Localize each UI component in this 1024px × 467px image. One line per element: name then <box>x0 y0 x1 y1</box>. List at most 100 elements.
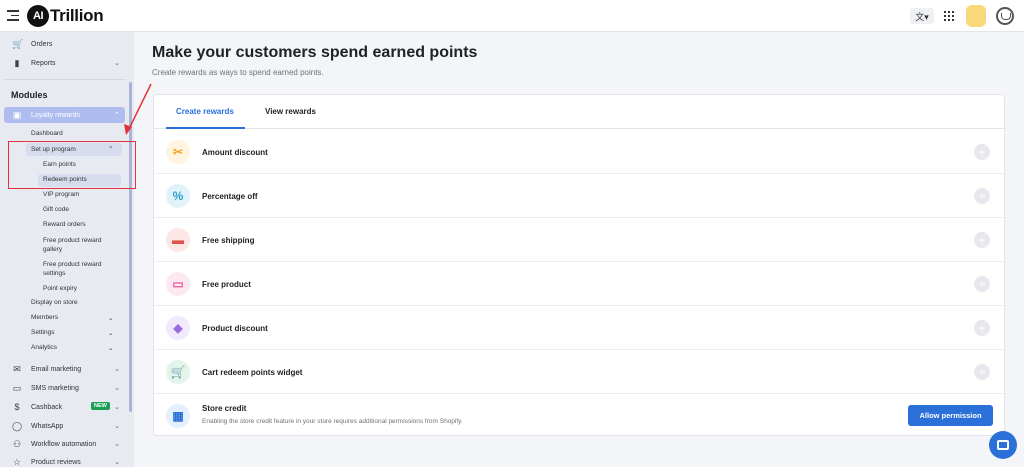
sidebar-item-label: Reports <box>31 59 56 67</box>
sidebar-item-label: Product reviews <box>31 458 81 466</box>
chevron-down-icon: ⌄ <box>108 330 114 337</box>
sidebar-sub-analytics[interactable]: Analytics <box>31 344 57 351</box>
support-headset-icon[interactable] <box>996 7 1014 25</box>
scissors-icon: ✂ <box>166 140 190 164</box>
sidebar-item-label: Workflow automation <box>31 440 97 448</box>
chat-icon[interactable] <box>989 431 1017 459</box>
sidebar-sub-reward-orders[interactable]: Reward orders <box>43 221 86 228</box>
cart-icon: 🛒 <box>12 39 24 49</box>
sidebar-item-label: Loyalty rewards <box>31 111 81 119</box>
annotation-highlight-box <box>8 141 136 189</box>
reward-row-free-product[interactable]: ▭ Free product + <box>154 262 1006 306</box>
sms-icon: ▭ <box>12 383 22 393</box>
sidebar-item-sms-marketing[interactable]: ▭ SMS marketing ⌄ <box>0 382 128 394</box>
sidebar-sub-vip-program[interactable]: VIP program <box>43 191 79 198</box>
plus-icon[interactable]: + <box>974 188 990 204</box>
sidebar-item-loyalty-rewards-row[interactable]: ▣ Loyalty rewards ⌃ <box>0 109 128 121</box>
workflow-icon: ⚇ <box>12 439 22 449</box>
mail-icon: ✉ <box>13 364 21 374</box>
sidebar-sub-dashboard[interactable]: Dashboard <box>31 130 63 137</box>
reward-label: Percentage off <box>202 192 258 201</box>
chevron-down-icon: ⌄ <box>114 459 120 466</box>
gift-icon: ▣ <box>12 110 22 120</box>
app-logo[interactable]: AI Trillion <box>27 5 104 27</box>
sidebar-sub-gift-code[interactable]: Gift code <box>43 206 69 213</box>
chevron-up-icon: ⌃ <box>114 112 120 119</box>
star-icon: ☆ <box>12 457 22 467</box>
sidebar-item-label: SMS marketing <box>31 384 79 392</box>
ticket-icon: ▭ <box>166 272 190 296</box>
tab-create-rewards[interactable]: Create rewards <box>176 107 234 116</box>
sidebar-item-orders[interactable]: 🛒 Orders <box>0 38 128 50</box>
cart-widget-icon: 🛒 <box>166 360 190 384</box>
sidebar-item-label: Email marketing <box>31 365 82 373</box>
language-icon[interactable]: 文▾ <box>910 8 934 24</box>
reward-row-store-credit: ▦ Store credit Enabling the store credit… <box>154 394 1006 438</box>
rewards-card: Create rewards View rewards ✂ Amount dis… <box>153 94 1006 438</box>
percent-icon: % <box>166 184 190 208</box>
apps-grid-icon[interactable] <box>944 11 954 21</box>
sidebar-item-reports[interactable]: ▮ Reports ⌄ <box>0 57 128 69</box>
reward-row-amount-discount[interactable]: ✂ Amount discount + <box>154 130 1006 174</box>
sidebar-sub-members[interactable]: Members <box>31 314 58 321</box>
chevron-down-icon: ⌄ <box>114 385 120 392</box>
sidebar-sub-point-expiry[interactable]: Point expiry <box>43 285 77 292</box>
bar-chart-icon: ▮ <box>14 58 20 68</box>
reward-label: Free product <box>202 280 251 289</box>
plus-icon[interactable]: + <box>974 144 990 160</box>
page-subtitle: Create rewards as ways to spend earned p… <box>152 68 324 77</box>
page-title: Make your customers spend earned points <box>152 44 478 61</box>
cashback-icon: $ <box>14 402 20 412</box>
reward-label: Store credit <box>202 404 247 413</box>
store-credit-description: Enabling the store credit feature in you… <box>202 418 463 425</box>
reward-label: Cart redeem points widget <box>202 368 303 377</box>
store-icon: ▦ <box>166 404 190 428</box>
sidebar-item-label: Orders <box>31 40 53 48</box>
chevron-down-icon: ⌄ <box>108 345 114 352</box>
tag-icon: ◆ <box>166 316 190 340</box>
plus-icon[interactable]: + <box>974 276 990 292</box>
sidebar-sub-settings[interactable]: Settings <box>31 329 55 336</box>
reward-label: Free shipping <box>202 236 255 245</box>
chevron-down-icon: ⌄ <box>114 423 120 430</box>
new-badge: NEW <box>91 402 110 410</box>
chevron-down-icon: ⌄ <box>114 366 120 373</box>
sidebar-scrollbar[interactable] <box>129 82 132 412</box>
chevron-down-icon: ⌄ <box>114 404 120 411</box>
sidebar-sub-display-on-store[interactable]: Display on store <box>31 299 78 306</box>
reward-row-product-discount[interactable]: ◆ Product discount + <box>154 306 1006 350</box>
reward-label: Amount discount <box>202 148 268 157</box>
sidebar-item-whatsapp[interactable]: ◯ WhatsApp ⌄ <box>0 420 128 432</box>
sidebar-item-label: Cashback <box>31 403 63 411</box>
sidebar-heading: Modules <box>11 90 48 100</box>
sidebar: 🛒 Orders ▮ Reports ⌄ Modules ▣ Loyalty r… <box>0 32 134 467</box>
reward-row-free-shipping[interactable]: ▬ Free shipping + <box>154 218 1006 262</box>
reward-row-cart-redeem-widget[interactable]: 🛒 Cart redeem points widget + <box>154 350 1006 394</box>
sidebar-item-email-marketing[interactable]: ✉ Email marketing ⌄ <box>0 363 128 375</box>
tab-view-rewards[interactable]: View rewards <box>265 107 316 116</box>
avatar[interactable] <box>966 5 986 27</box>
top-bar: AI Trillion 文▾ <box>0 0 1024 32</box>
chevron-down-icon: ⌄ <box>108 315 114 322</box>
sidebar-item-workflow-automation[interactable]: ⚇ Workflow automation ⌄ <box>0 438 128 450</box>
sidebar-divider <box>4 79 126 80</box>
allow-permission-button[interactable]: Allow permission <box>908 405 993 426</box>
tab-active-indicator <box>166 127 245 129</box>
menu-icon[interactable] <box>7 10 19 21</box>
tab-bar: Create rewards View rewards <box>154 95 1006 129</box>
chevron-down-icon: ⌄ <box>114 60 120 67</box>
logo-badge: AI <box>27 5 49 27</box>
plus-icon[interactable]: + <box>974 232 990 248</box>
reward-label: Product discount <box>202 324 268 333</box>
truck-icon: ▬ <box>166 228 190 252</box>
sidebar-item-label: WhatsApp <box>31 422 64 430</box>
logo-text: Trillion <box>50 6 104 25</box>
plus-icon[interactable]: + <box>974 320 990 336</box>
chevron-down-icon: ⌄ <box>114 441 120 448</box>
sidebar-item-product-reviews[interactable]: ☆ Product reviews ⌄ <box>0 456 128 467</box>
sidebar-sub-free-product-settings[interactable]: Free product reward settings <box>43 260 118 278</box>
whatsapp-icon: ◯ <box>12 421 23 431</box>
sidebar-sub-free-product-gallery[interactable]: Free product reward gallery <box>43 236 118 254</box>
plus-icon[interactable]: + <box>974 364 990 380</box>
reward-row-percentage-off[interactable]: % Percentage off + <box>154 174 1006 218</box>
